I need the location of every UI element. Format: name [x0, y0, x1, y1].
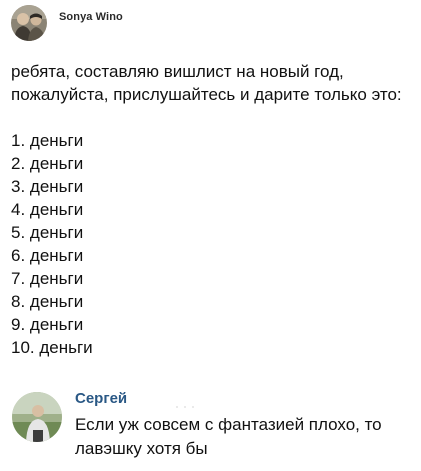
- user-avatar-photo-icon: [12, 392, 62, 442]
- list-item: 2. деньги: [11, 154, 84, 173]
- author-name[interactable]: Sonya Wino: [59, 11, 123, 23]
- post-header: Sonya Wino: [11, 5, 123, 41]
- user-avatar-photo-icon: [11, 5, 47, 41]
- list-item: 10. деньги: [11, 338, 93, 357]
- list-item: 8. деньги: [11, 292, 84, 311]
- comment-author-name[interactable]: Сергей: [75, 389, 127, 409]
- list-item: 3. деньги: [11, 177, 84, 196]
- list-item: 7. деньги: [11, 269, 84, 288]
- wish-list: 1. деньги 2. деньги 3. деньги 4. деньги …: [11, 129, 411, 359]
- list-item: 6. деньги: [11, 246, 84, 265]
- list-item: 9. деньги: [11, 315, 84, 334]
- faint-dots-icon: [176, 406, 194, 408]
- post-intro-text: ребята, составляю вишлист на новый год, …: [11, 62, 402, 104]
- list-item: 4. деньги: [11, 200, 84, 219]
- comment-author-avatar[interactable]: [12, 392, 62, 442]
- comment-text: Если уж совсем с фантазией плохо, то лав…: [75, 415, 382, 458]
- list-item: 5. деньги: [11, 223, 84, 242]
- list-item: 1. деньги: [11, 131, 84, 150]
- author-avatar[interactable]: [11, 5, 47, 41]
- post-body: ребята, составляю вишлист на новый год, …: [11, 60, 411, 359]
